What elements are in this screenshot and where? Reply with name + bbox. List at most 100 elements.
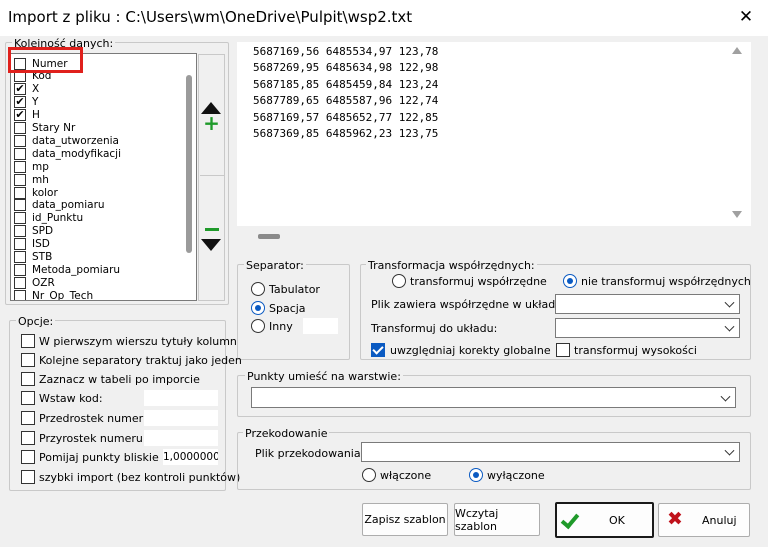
chevron-down-icon (724, 297, 735, 308)
field-row[interactable]: OZR (14, 276, 55, 289)
recode-on-radio[interactable]: włączone (362, 468, 431, 482)
number-prefix-checkbox[interactable] (21, 411, 35, 425)
options-legend: Opcje: (16, 315, 56, 328)
number-increment-input[interactable] (144, 430, 218, 446)
scroll-up-icon[interactable] (732, 47, 742, 54)
mark-in-table-checkbox[interactable] (21, 372, 35, 386)
global-corrections-checkbox[interactable] (371, 343, 385, 357)
checkbox-icon[interactable] (14, 289, 26, 300)
field-row[interactable]: data_modyfikacji (14, 147, 121, 160)
field-row[interactable]: Metoda_pomiaru (14, 263, 120, 276)
field-row[interactable]: ✔ H (14, 109, 40, 122)
no-transform-radio[interactable]: nie transformuj współrzędnych (563, 274, 751, 288)
layer-legend: Punkty umieść na warstwie: (245, 370, 403, 383)
h-scroll-thumb[interactable] (258, 234, 280, 239)
checkbox-icon[interactable] (14, 212, 26, 225)
number-increment-checkbox[interactable] (21, 431, 35, 445)
move-down-icon[interactable] (201, 239, 221, 251)
consecutive-separators-checkbox[interactable] (21, 353, 35, 367)
load-template-button[interactable]: Wczytaj szablon (454, 503, 540, 536)
mark-in-table-label: Zaznacz w tabeli po imporcie (39, 373, 200, 386)
first-row-titles-checkbox[interactable] (21, 334, 35, 348)
remove-field-icon[interactable] (205, 228, 219, 231)
checkbox-icon[interactable] (14, 186, 26, 199)
checkbox-icon[interactable] (14, 199, 26, 212)
sep-space-radio[interactable]: Spacja (251, 301, 306, 315)
field-row[interactable]: kolor (14, 186, 58, 199)
checkbox-icon[interactable] (14, 160, 26, 173)
field-label: ISD (32, 238, 50, 251)
sep-other-radio[interactable]: Inny (251, 319, 293, 333)
add-field-icon[interactable]: + (203, 113, 220, 133)
target-system-select[interactable] (555, 318, 740, 338)
checkbox-icon[interactable] (14, 134, 26, 147)
preview-line: 5687169,57 6485652,77 122,85 (253, 110, 439, 124)
field-row[interactable]: mp (14, 160, 49, 173)
insert-code-input[interactable] (144, 390, 218, 406)
field-label: Nr_Op_Tech (32, 289, 94, 301)
field-row[interactable]: Stary Nr (14, 122, 75, 135)
field-label: Y (32, 96, 39, 109)
chevron-down-icon (724, 445, 735, 456)
skip-close-points-label: Pomijaj punkty bliskie R= (39, 451, 180, 464)
checkbox-icon[interactable] (14, 251, 26, 263)
preview-line: 5687185,85 6485459,84 123,24 (253, 77, 439, 91)
transform-heights-label: transformuj wysokości (574, 344, 697, 357)
sep-tab-radio[interactable]: Tabulator (251, 282, 320, 296)
radio-icon (469, 468, 483, 482)
checkbox-icon[interactable] (14, 122, 26, 134)
file-preview[interactable]: 5687169,56 6485534,97 123,78 5687269,95 6… (237, 42, 751, 226)
list-scroll-thumb[interactable] (186, 75, 192, 253)
insert-code-checkbox[interactable] (21, 391, 35, 405)
field-row[interactable]: mh (14, 173, 49, 186)
field-row[interactable]: data_pomiaru (14, 199, 105, 212)
transform-radio[interactable]: transformuj współrzędne (392, 274, 547, 288)
field-row[interactable]: ✔ X (14, 83, 39, 96)
field-row[interactable]: STB (14, 251, 52, 264)
cancel-button[interactable]: ✖ Anuluj (658, 503, 750, 537)
radio-icon (563, 274, 577, 288)
scroll-down-icon[interactable] (732, 211, 742, 218)
fast-import-label: szybki import (bez kontroli punktów) (39, 471, 241, 484)
checkbox-icon[interactable] (14, 276, 26, 289)
window-title: Import z pliku : C:\Users\wm\OneDrive\Pu… (8, 8, 413, 26)
recode-off-radio[interactable]: wyłączone (469, 468, 545, 482)
consecutive-separators-label: Kolejne separatory traktuj jako jeden (39, 354, 242, 367)
checkbox-icon[interactable] (14, 225, 26, 238)
save-template-button[interactable]: Zapisz szablon (362, 503, 448, 536)
field-row[interactable]: Nr_Op_Tech (14, 289, 94, 301)
sep-other-input[interactable] (303, 318, 338, 334)
source-system-select[interactable] (555, 294, 740, 314)
field-row[interactable]: SPD (14, 225, 53, 238)
checked-icon[interactable]: ✔ (14, 109, 26, 122)
first-row-titles-label: W pierwszym wierszu tytuły kolumn (39, 335, 237, 348)
field-label: data_modyfikacji (32, 147, 121, 160)
checkbox-icon[interactable] (14, 263, 26, 276)
field-label: Stary Nr (32, 122, 76, 134)
transform-heights-checkbox[interactable] (556, 343, 570, 357)
field-label: H (32, 109, 40, 122)
recode-file-select[interactable] (361, 442, 740, 462)
field-row[interactable]: ✔ Y (14, 96, 38, 109)
skip-close-value-input[interactable]: 1,0000000 (163, 449, 218, 465)
radio-icon (251, 319, 265, 333)
radio-icon (392, 274, 406, 288)
checked-icon[interactable]: ✔ (14, 96, 26, 109)
fields-list[interactable]: Numer Kod ✔ X ✔ Y ✔ H Stary Nr data_utworzenia dat… (10, 53, 197, 301)
skip-close-points-checkbox[interactable] (21, 450, 35, 464)
checked-icon[interactable]: ✔ (14, 83, 26, 96)
field-label: kolor (32, 186, 58, 199)
layer-select[interactable] (251, 387, 736, 408)
checkbox-icon[interactable] (14, 173, 26, 186)
field-row[interactable]: id_Punktu (14, 212, 83, 225)
fast-import-checkbox[interactable] (21, 470, 35, 484)
field-row[interactable]: data_utworzenia (14, 134, 119, 147)
number-prefix-input[interactable] (144, 410, 218, 426)
close-icon[interactable]: ✕ (734, 4, 758, 30)
checkbox-icon[interactable] (14, 238, 26, 251)
field-label: mp (32, 160, 49, 173)
ok-button[interactable]: OK (555, 502, 654, 538)
cancel-x-icon: ✖ (667, 508, 683, 530)
field-row[interactable]: ISD (14, 238, 50, 251)
checkbox-icon[interactable] (14, 147, 26, 160)
